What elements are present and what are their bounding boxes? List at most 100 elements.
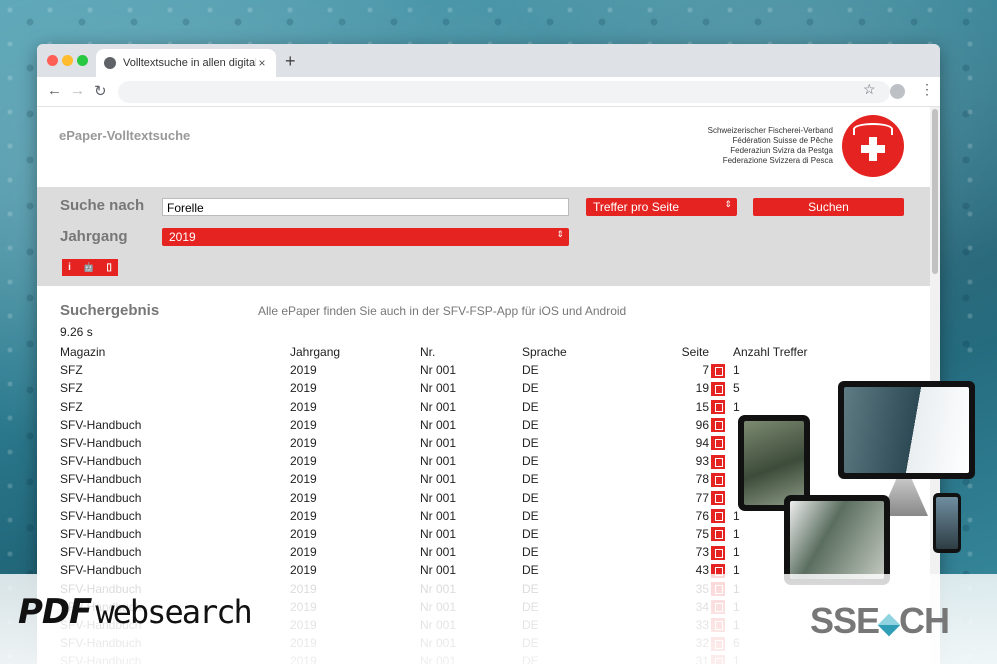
cell-jahrgang: 2019 [290,399,317,414]
cell-seite: 7 [702,363,709,378]
globe-icon [104,57,116,69]
cell-magazin: SFV-Handbuch [60,526,142,541]
table-row[interactable]: SFV-Handbuch 2019 Nr 001 DE 96 [60,416,823,434]
info-icon[interactable]: i [68,262,71,273]
cell-jahrgang: 2019 [290,381,317,396]
cell-seite: 93 [695,454,709,469]
table-row[interactable]: SFV-Handbuch 2019 Nr 001 DE 73 1 [60,543,823,561]
cell-magazin: SFV-Handbuch [60,454,142,469]
cell-sprache: DE [522,545,539,560]
results-section: Suchergebnis Alle ePaper finden Sie auch… [60,302,930,664]
sfv-logo [842,115,904,177]
window-minimize-button[interactable] [62,55,73,66]
cell-seite: 76 [695,508,709,523]
tab-bar: Volltextsuche in allen digitalen M × + [37,44,940,77]
cell-sprache: DE [522,508,539,523]
table-row[interactable]: SFZ 2019 Nr 001 DE 7 1 [60,361,823,379]
org-line: Fédération Suisse de Pêche [732,136,833,145]
cell-jahrgang: 2019 [290,363,317,378]
column-header: Magazin [60,345,106,360]
year-label: Jahrgang [60,228,128,245]
window-maximize-button[interactable] [77,55,88,66]
open-pdf-icon[interactable] [711,527,725,542]
phone-icon[interactable]: ▯ [106,262,112,273]
cell-sprache: DE [522,363,539,378]
back-icon[interactable]: ← [47,82,62,99]
cell-magazin: SFV-Handbuch [60,417,142,432]
fish-icon [853,123,893,135]
new-tab-button[interactable]: + [285,51,296,72]
browser-menu-icon[interactable]: ⋮ [920,81,934,98]
cell-treffer: 1 [733,363,740,378]
open-pdf-icon[interactable] [711,509,725,524]
android-icon[interactable]: 🤖 [83,262,94,273]
select-arrow-icon: ⇕ [724,199,732,209]
sse-wordmark: SSE [810,600,880,641]
profile-avatar[interactable] [890,84,905,99]
org-line: Schweizerischer Fischerei-Verband [707,126,833,135]
table-row[interactable]: SFV-Handbuch 2019 Nr 001 DE 77 [60,489,823,507]
open-pdf-icon[interactable] [711,545,725,560]
table-row[interactable]: SFV-Handbuch 2019 Nr 001 DE 93 [60,452,823,470]
window-close-button[interactable] [47,55,58,66]
search-label: Suche nach [60,197,145,214]
open-pdf-icon[interactable] [711,454,725,469]
table-row[interactable]: SFV-Handbuch 2019 Nr 001 DE 94 [60,434,823,452]
table-row[interactable]: SFZ 2019 Nr 001 DE 15 1 [60,398,823,416]
tab-close-icon[interactable]: × [256,56,268,70]
cell-seite: 19 [695,381,709,396]
cell-jahrgang: 2019 [290,472,317,487]
cell-sprache: DE [522,417,539,432]
cell-sprache: DE [522,436,539,451]
cell-nr: Nr 001 [420,490,457,505]
table-row[interactable]: SFV-Handbuch 2019 Nr 001 DE 76 1 [60,507,823,525]
browser-tab[interactable]: Volltextsuche in allen digitalen M × [96,49,276,77]
cell-sprache: DE [522,472,539,487]
cell-seite: 77 [695,490,709,505]
open-pdf-icon[interactable] [711,363,725,378]
cell-magazin: SFZ [60,399,83,414]
reload-icon[interactable]: ↻ [94,82,107,100]
pdfwebsearch-logo: PDF websearch [18,592,253,632]
open-pdf-icon[interactable] [711,400,725,415]
cell-magazin: SFV-Handbuch [60,508,142,523]
cube-icon [877,613,901,637]
cell-jahrgang: 2019 [290,417,317,432]
cell-nr: Nr 001 [420,526,457,541]
cell-sprache: DE [522,490,539,505]
open-pdf-icon[interactable] [711,491,725,505]
per-page-select[interactable]: Treffer pro Seite ⇕ [586,198,737,216]
search-input[interactable]: Forelle [162,198,569,216]
cell-jahrgang: 2019 [290,490,317,505]
address-bar[interactable] [118,81,890,103]
pdf-wordmark: PDF [18,592,92,632]
open-pdf-icon[interactable] [711,418,725,433]
org-name: Schweizerischer Fischerei-Verband Fédéra… [708,126,833,166]
bookmark-star-icon[interactable]: ☆ [863,81,876,98]
search-button[interactable]: Suchen [753,198,904,216]
table-row[interactable]: SFV-Handbuch 2019 Nr 001 DE 75 1 [60,525,823,543]
cell-nr: Nr 001 [420,417,457,432]
open-pdf-icon[interactable] [711,472,725,487]
cell-sprache: DE [522,399,539,414]
table-row[interactable]: SFZ 2019 Nr 001 DE 19 5 [60,379,823,397]
cell-magazin: SFZ [60,381,83,396]
cell-magazin: SFV-Handbuch [60,545,142,560]
search-time: 9.26 s [60,325,93,339]
cell-treffer: 1 [733,399,740,414]
open-pdf-icon[interactable] [711,436,725,451]
cell-nr: Nr 001 [420,472,457,487]
column-header: Seite [681,345,709,360]
open-pdf-icon[interactable] [711,381,725,396]
cell-seite: 15 [695,399,709,414]
cell-jahrgang: 2019 [290,508,317,523]
scrollbar-thumb[interactable] [932,109,938,274]
tablet-landscape-illustration [784,495,890,585]
cell-nr: Nr 001 [420,363,457,378]
year-select[interactable]: 2019 ⇕ [162,228,569,246]
cell-seite: 78 [695,472,709,487]
table-row[interactable]: SFV-Handbuch 2019 Nr 001 DE 78 [60,470,823,488]
websearch-wordmark: websearch [95,593,252,631]
forward-icon[interactable]: → [70,82,85,99]
tab-title: Volltextsuche in allen digitalen M [123,57,256,69]
